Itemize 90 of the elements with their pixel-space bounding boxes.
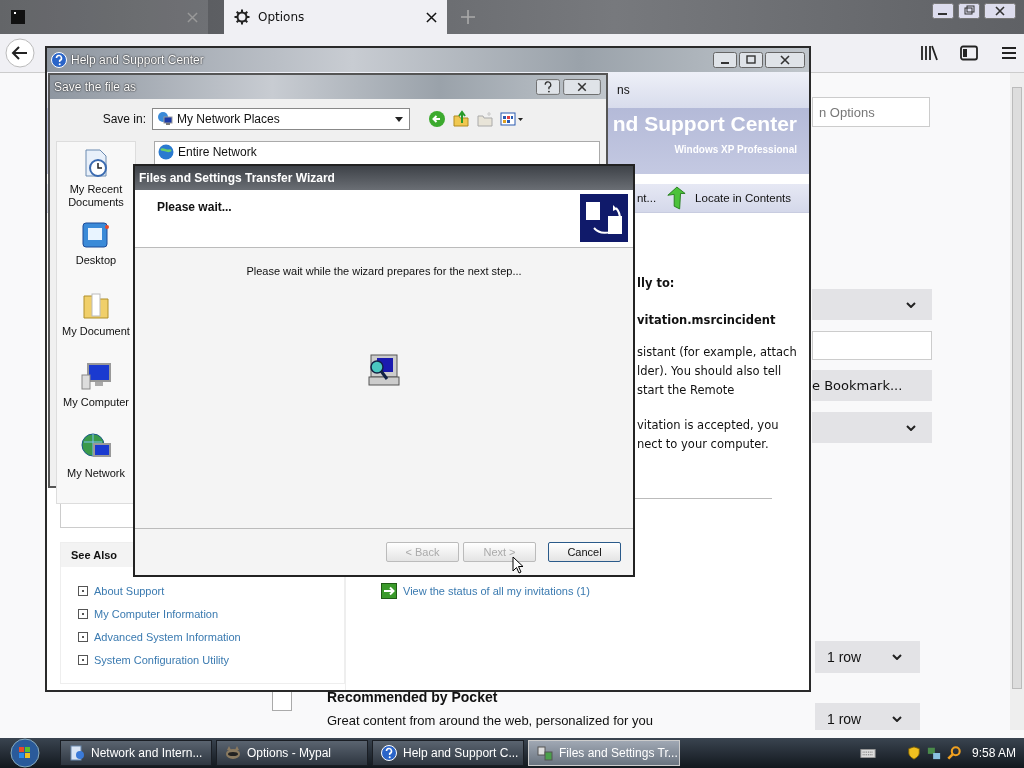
nav-label: ns: [617, 83, 630, 97]
arrow-icon: [666, 186, 687, 210]
banner-title: nd Support Center: [612, 112, 797, 136]
sidebar-icon[interactable]: [960, 45, 978, 61]
cursor-icon: [512, 556, 524, 574]
help-button[interactable]: [536, 79, 560, 95]
place-item[interactable]: My Document: [57, 290, 135, 361]
arrow-icon: [381, 583, 397, 599]
section-description: Great content from around the web, personalized for you: [327, 713, 653, 728]
save-in-dropdown[interactable]: My Network Places: [152, 108, 410, 130]
place-item[interactable]: My Computer: [57, 361, 135, 432]
globe-icon: [158, 144, 174, 160]
see-also-link[interactable]: About Support: [61, 579, 182, 602]
file-name: vitation.msrcincident: [637, 313, 777, 327]
wizard-heading: Please wait...: [157, 200, 232, 216]
menu-icon[interactable]: [1000, 45, 1018, 61]
heading: lly to:: [637, 276, 676, 290]
rows-dropdown[interactable]: 1 row: [815, 641, 920, 673]
chevron-icon: [906, 301, 916, 308]
folder-icon: [80, 290, 112, 322]
close-icon[interactable]: [562, 79, 602, 95]
paragraph: vitation is accepted, you nect to your computer.: [637, 417, 780, 453]
save-in-label: Save in:: [101, 112, 146, 126]
browser-tab[interactable]: [0, 0, 208, 34]
minimize-icon[interactable]: [932, 3, 954, 19]
file-item[interactable]: Entire Network: [155, 142, 599, 162]
wizard-message: Please wait while the wizard prepares for the next step...: [246, 265, 522, 277]
chevron-icon: [892, 716, 902, 722]
help-icon: [51, 52, 67, 68]
minimize-icon[interactable]: [713, 52, 737, 68]
network-icon: [69, 745, 85, 761]
chevron-icon: [906, 424, 916, 431]
place-item[interactable]: Desktop: [57, 219, 135, 290]
start-button[interactable]: [10, 738, 40, 768]
window-title: Help and Support Center: [71, 53, 204, 67]
shield-icon[interactable]: [905, 746, 922, 760]
place-item[interactable]: My Recent Documents: [57, 148, 135, 219]
desktop-icon: [80, 219, 112, 251]
see-also-link[interactable]: Advanced System Information: [61, 625, 258, 648]
transfer-logo-icon: [580, 194, 628, 242]
close-icon[interactable]: [984, 3, 1016, 19]
view-menu-icon[interactable]: [500, 111, 524, 127]
section-title: Recommended by Pocket: [327, 689, 499, 705]
computer-search-icon: [367, 353, 401, 387]
gear-icon: [234, 9, 250, 25]
wizard-button[interactable]: Cancel: [548, 542, 621, 562]
bullet-icon: [78, 631, 88, 642]
up-folder-icon[interactable]: [452, 110, 470, 128]
search-field[interactable]: n Options: [812, 97, 930, 127]
close-icon[interactable]: [765, 52, 805, 68]
taskbar-button[interactable]: Network and Intern...: [60, 740, 212, 766]
bullet-icon: [78, 608, 88, 619]
banner-subtitle: Windows XP Professional: [674, 144, 797, 155]
caret-icon: [395, 116, 403, 122]
locate-button[interactable]: Locate in Contents: [666, 186, 791, 210]
chevron-icon: [892, 654, 902, 660]
bookmark-button[interactable]: e Bookmark...: [812, 370, 932, 401]
close-icon[interactable]: [426, 11, 437, 23]
scrollbar-thumb[interactable]: [1012, 87, 1022, 689]
see-also-link[interactable]: My Computer Information: [61, 602, 236, 625]
help-icon: [381, 745, 397, 761]
keyboard-icon[interactable]: [859, 746, 876, 760]
rows-dropdown[interactable]: 1 row: [815, 703, 920, 730]
transfer-icon: [537, 745, 553, 761]
window-title: Files and Settings Transfer Wizard: [139, 171, 335, 185]
clock: 9:58 AM: [971, 746, 1016, 760]
toolbar-button[interactable]: nt...: [636, 192, 657, 204]
pocket-checkbox[interactable]: [272, 691, 292, 711]
input-field[interactable]: [812, 331, 932, 360]
computer-icon: [80, 361, 112, 393]
back-icon[interactable]: [428, 110, 446, 128]
restore-icon[interactable]: [958, 3, 980, 19]
bullet-icon: [78, 654, 88, 665]
network-icon[interactable]: [925, 746, 942, 760]
place-item[interactable]: My Network: [57, 432, 135, 503]
back-button[interactable]: [5, 38, 35, 68]
network-icon: [157, 111, 173, 127]
dialog-title: Save the file as: [54, 80, 137, 94]
status-link[interactable]: View the status of all my invitations (1): [403, 585, 590, 597]
bullet-icon: [78, 585, 88, 596]
taskbar-button[interactable]: Help and Support C...: [372, 740, 524, 766]
paragraph: sistant (for example, attach lder). You should also tell start the Remote: [637, 344, 798, 399]
maximize-icon[interactable]: [739, 52, 763, 68]
scrollbar[interactable]: [1010, 73, 1024, 730]
see-also-link[interactable]: System Configuration Utility: [61, 648, 247, 671]
taskbar-button[interactable]: Options - Mypal: [216, 740, 368, 766]
library-icon[interactable]: [920, 45, 938, 61]
favicon-icon: [10, 9, 26, 25]
browser-tab[interactable]: Options: [224, 0, 447, 34]
search-icon[interactable]: [945, 746, 962, 760]
